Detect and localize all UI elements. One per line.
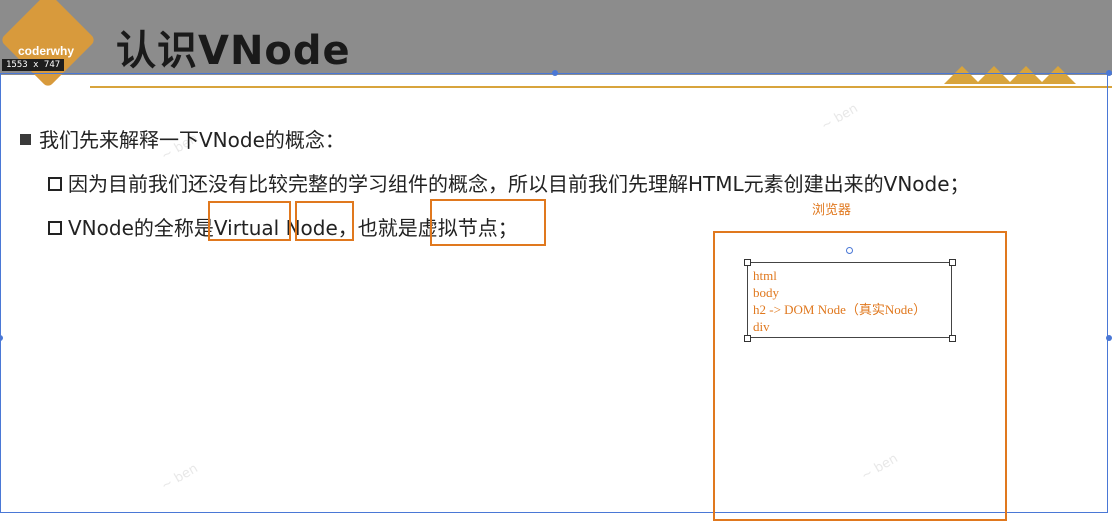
sub-bullet-1-text: 因为目前我们还没有比较完整的学习组件的概念，所以目前我们先理解HTML元素创建出… (68, 172, 970, 196)
browser-label: 浏览器 (812, 203, 852, 218)
sub-bullet-2-part: VNode的全称是 (68, 216, 214, 240)
textbox-handle[interactable] (949, 335, 956, 342)
bullet-main-text: 我们先来解释一下VNode的概念： (39, 128, 345, 152)
resize-handle-top[interactable] (552, 70, 558, 76)
textbox-handle[interactable] (949, 259, 956, 266)
highlight-box-virtual-node-cn[interactable] (430, 199, 546, 246)
highlight-box-virtual[interactable] (208, 201, 291, 241)
textbox-handle[interactable] (744, 259, 751, 266)
size-badge: 1553 x 747 (2, 59, 65, 71)
highlight-box-node[interactable] (295, 201, 354, 241)
resize-handle-top-right[interactable] (1106, 70, 1112, 76)
dom-line: div (753, 319, 770, 334)
dom-line: h2 -> DOM Node（真实Node） (753, 302, 927, 317)
dom-line: html (753, 268, 777, 283)
rotate-handle-icon[interactable] (846, 247, 853, 254)
hollow-square-bullet-icon (48, 176, 62, 191)
textbox-handle[interactable] (744, 335, 751, 342)
hollow-square-bullet-icon (48, 220, 62, 235)
bullet-main: 我们先来解释一下VNode的概念： (20, 124, 345, 153)
page-title: 认识VNode (116, 28, 351, 74)
sub-bullet-1: 因为目前我们还没有比较完整的学习组件的概念，所以目前我们先理解HTML元素创建出… (48, 168, 970, 197)
dom-line: body (753, 285, 779, 300)
logo-text: coderwhy (18, 44, 75, 58)
filled-square-bullet-icon (20, 134, 31, 145)
resize-handle-right[interactable] (1106, 335, 1112, 341)
dom-text-box[interactable]: html body h2 -> DOM Node（真实Node） div (747, 262, 952, 338)
